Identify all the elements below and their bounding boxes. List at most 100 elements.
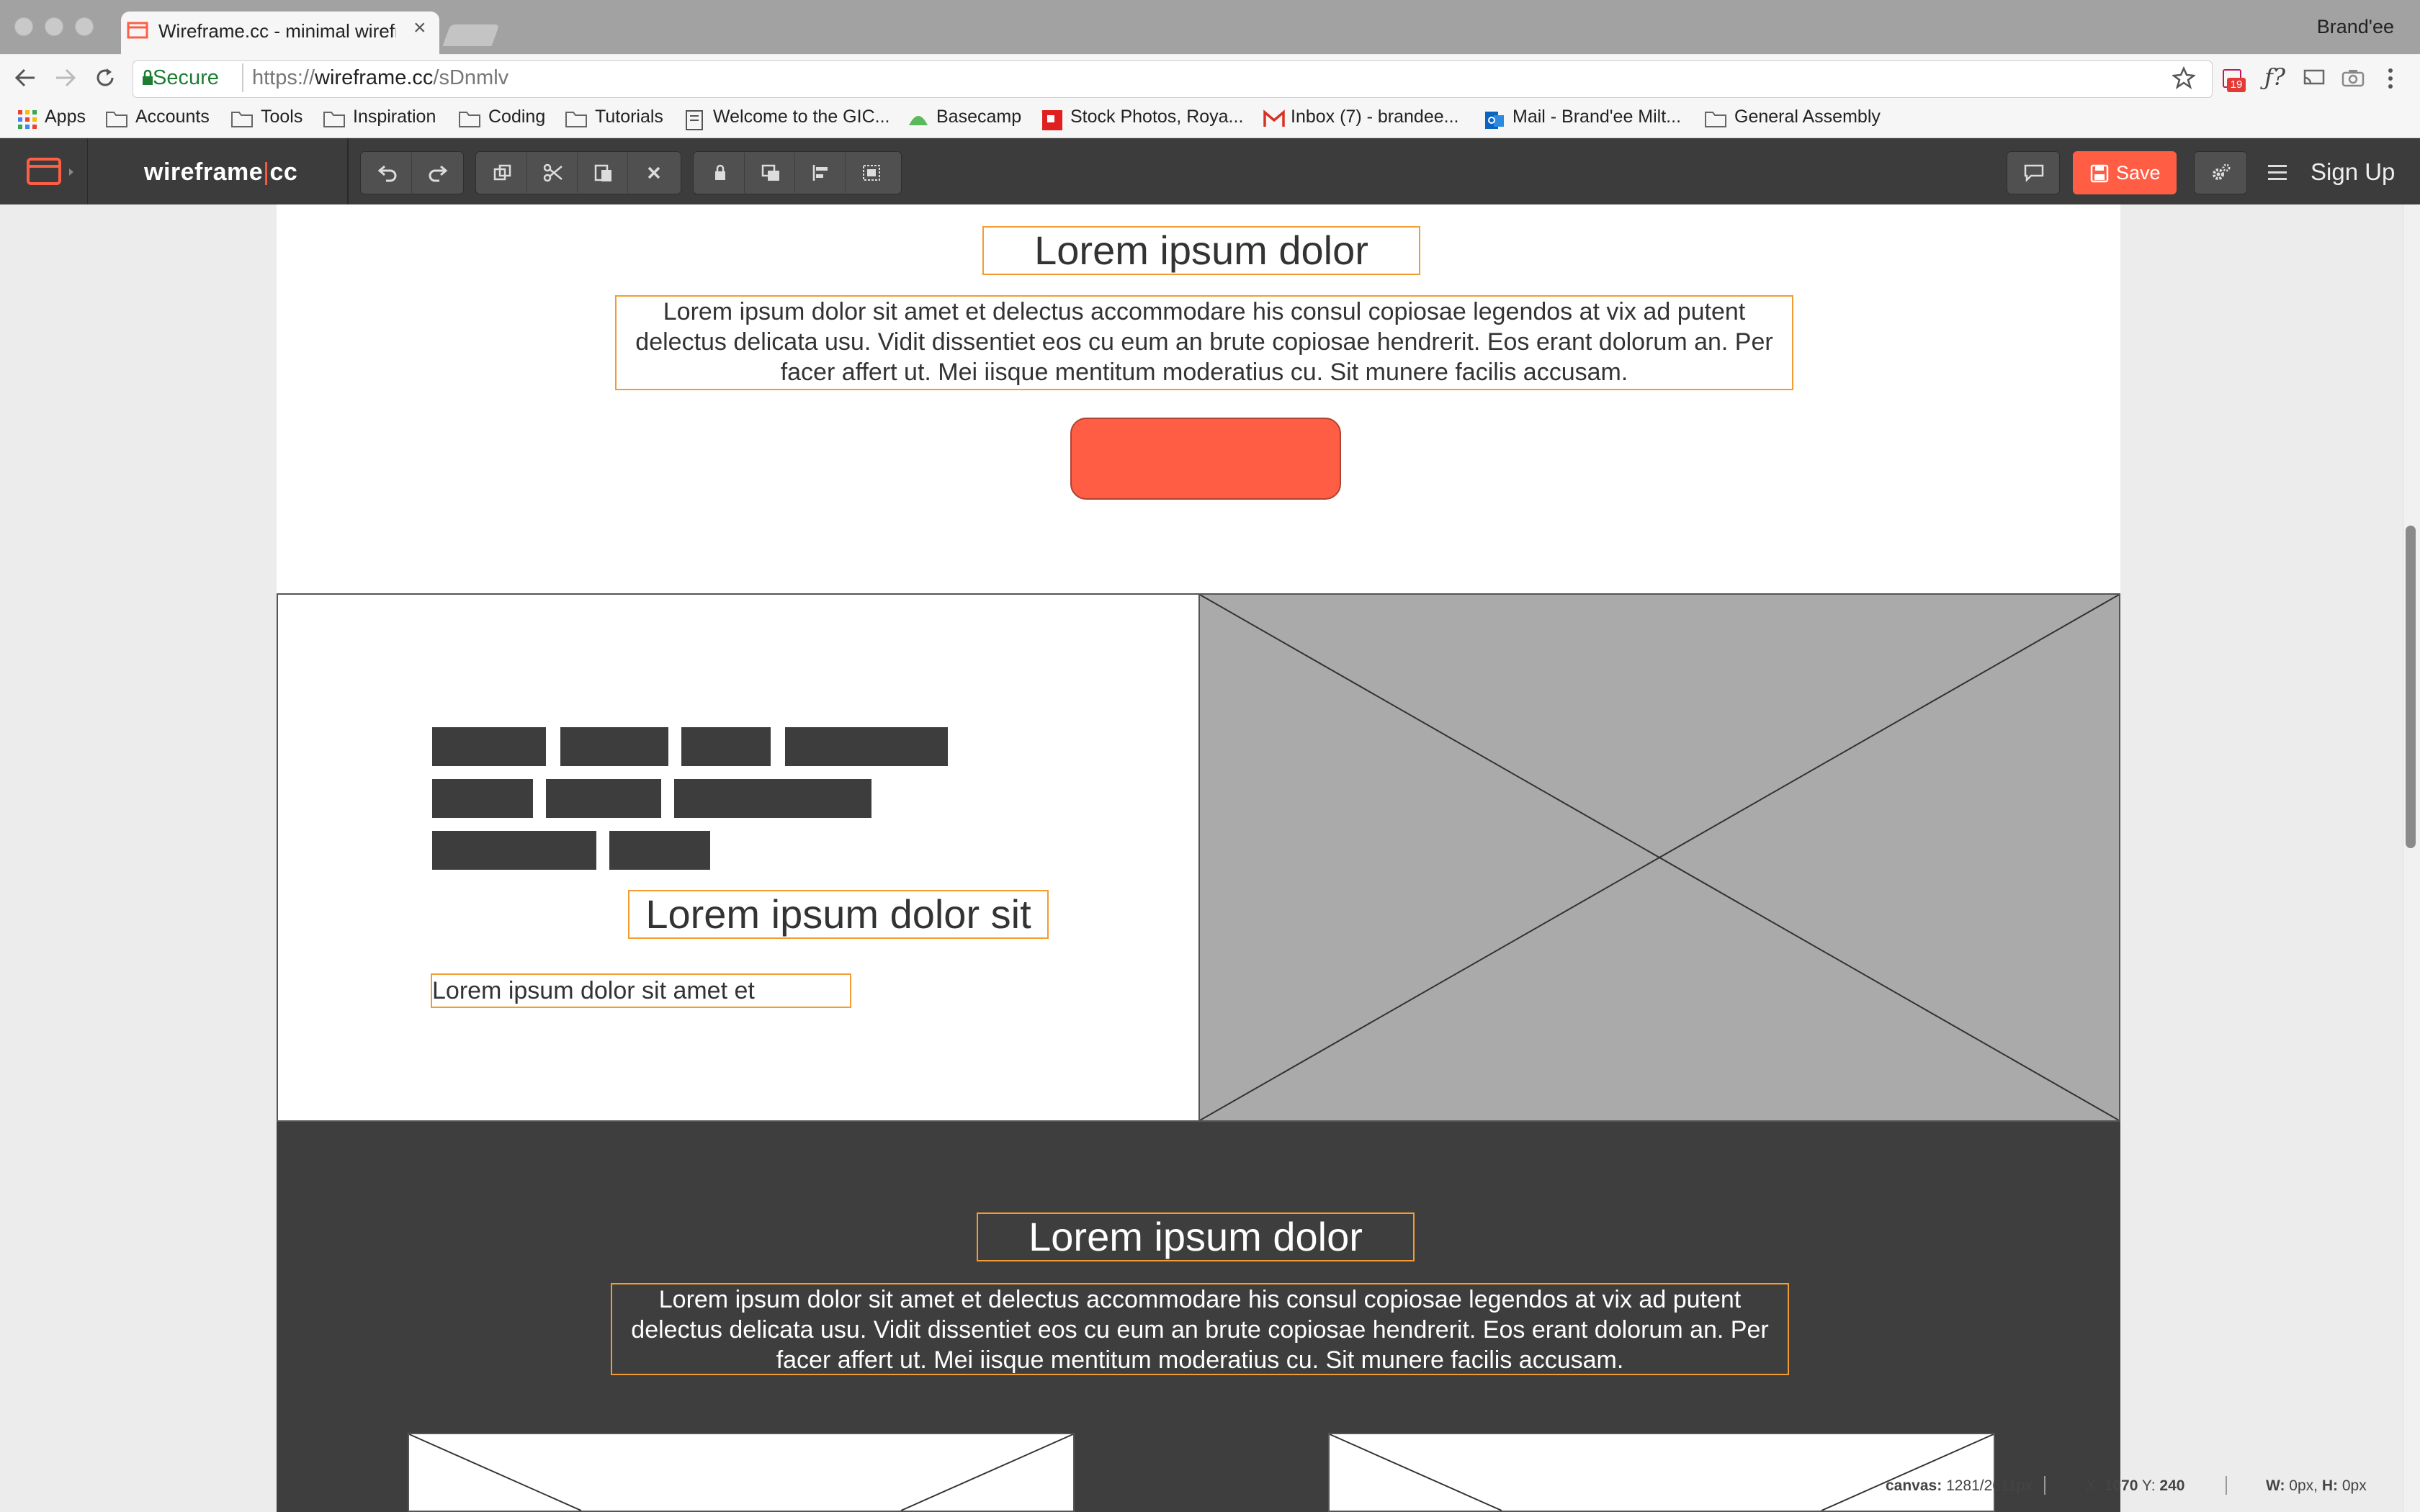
device-selector-button[interactable] xyxy=(0,138,88,204)
feature-heading: Lorem ipsum dolor sit xyxy=(645,891,1031,937)
url-path: /sDnmlv xyxy=(433,66,509,89)
bookmark-welcome-gic[interactable]: Welcome to the GIC... xyxy=(713,107,889,127)
hamburger-menu-icon[interactable] xyxy=(2266,163,2289,183)
folder-icon xyxy=(565,112,587,127)
status-divider xyxy=(2226,1476,2227,1495)
feature-text-panel[interactable] xyxy=(277,593,1200,1122)
cut-button[interactable] xyxy=(527,153,578,193)
new-tab-button[interactable] xyxy=(442,24,500,46)
url-text[interactable]: https://wireframe.cc/sDnmlv xyxy=(252,66,508,90)
vertical-scrollbar[interactable] xyxy=(2403,204,2420,1512)
feature-caption-box[interactable]: Lorem ipsum dolor sit amet et xyxy=(431,973,851,1008)
basecamp-icon xyxy=(909,116,928,125)
selection-size-readout: W: 0px, H: 0px xyxy=(2266,1477,2367,1495)
url-host: wireframe.cc xyxy=(315,66,434,89)
forward-arrow-icon[interactable] xyxy=(52,66,78,89)
bookmark-accounts[interactable]: Accounts xyxy=(135,107,210,127)
bookmark-apps[interactable]: Apps xyxy=(45,107,86,127)
text-block-placeholder[interactable] xyxy=(432,727,546,766)
bring-to-front-button[interactable] xyxy=(745,153,795,193)
duplicate-button[interactable] xyxy=(477,153,527,193)
h-label: H: xyxy=(2321,1477,2338,1494)
folder-icon xyxy=(106,112,127,127)
url-scheme: https:// xyxy=(252,66,315,89)
outlook-icon xyxy=(1485,112,1504,129)
profile-name[interactable]: Brand'ee xyxy=(2317,16,2394,38)
hero-cta-button-shape[interactable] xyxy=(1070,418,1341,500)
text-block-placeholder[interactable] xyxy=(785,727,948,766)
redo-icon xyxy=(429,165,448,182)
tab-close-icon[interactable]: × xyxy=(413,17,426,39)
text-block-placeholder[interactable] xyxy=(674,779,871,818)
image-placeholder[interactable] xyxy=(1328,1433,1995,1512)
text-block-placeholder[interactable] xyxy=(609,831,710,870)
x-value: 1070 xyxy=(2104,1477,2138,1494)
close-icon xyxy=(647,166,660,179)
floppy-disk-icon xyxy=(2090,164,2109,183)
bookmark-inspiration[interactable]: Inspiration xyxy=(353,107,436,127)
folder-icon xyxy=(231,112,253,127)
clipboard-icon xyxy=(594,164,611,181)
browser-window-icon xyxy=(27,158,73,185)
window-close-button[interactable] xyxy=(14,17,33,36)
hero-heading-box[interactable]: Lorem ipsum dolor xyxy=(982,226,1420,275)
window-minimize-button[interactable] xyxy=(45,17,63,36)
align-button[interactable] xyxy=(795,153,846,193)
whatfont-extension-icon[interactable]: ƒ? xyxy=(2264,63,2285,91)
window-zoom-button[interactable] xyxy=(75,17,94,36)
sign-up-link[interactable]: Sign Up xyxy=(2311,158,2395,186)
reload-icon[interactable] xyxy=(92,65,118,91)
text-block-placeholder[interactable] xyxy=(681,727,771,766)
bookmark-basecamp[interactable]: Basecamp xyxy=(936,107,1021,127)
layers-icon xyxy=(761,164,779,181)
page-icon xyxy=(686,110,703,130)
bookmark-mail[interactable]: Mail - Brand'ee Milt... xyxy=(1512,107,1681,127)
delete-button[interactable] xyxy=(628,153,678,193)
bookmark-star-icon[interactable] xyxy=(2172,66,2195,89)
toolbar-divider xyxy=(347,138,349,204)
bookmark-coding[interactable]: Coding xyxy=(488,107,545,127)
folder-icon xyxy=(323,112,345,127)
lock-button[interactable] xyxy=(694,153,745,193)
folder-icon xyxy=(1705,112,1726,127)
paste-button[interactable] xyxy=(578,153,628,193)
redo-button[interactable] xyxy=(412,153,462,193)
extension-calendar-icon[interactable]: 19 xyxy=(2220,66,2246,94)
dark-heading-box[interactable]: Lorem ipsum dolor xyxy=(977,1212,1415,1261)
dark-paragraph-box[interactable]: Lorem ipsum dolor sit amet et delectus a… xyxy=(611,1283,1789,1375)
group-button[interactable] xyxy=(846,153,896,193)
text-block-placeholder[interactable] xyxy=(560,727,668,766)
hero-paragraph-box[interactable]: Lorem ipsum dolor sit amet et delectus a… xyxy=(615,295,1793,390)
app-logo[interactable]: wireframe|cc xyxy=(144,158,297,186)
feature-heading-box[interactable]: Lorem ipsum dolor sit xyxy=(628,890,1049,939)
extension-badge-count: 19 xyxy=(2227,78,2246,92)
text-block-placeholder[interactable] xyxy=(432,779,533,818)
screenshot-camera-icon[interactable] xyxy=(2341,68,2365,88)
wireframe-favicon-icon xyxy=(127,22,148,39)
bookmark-inbox[interactable]: Inbox (7) - brandee... xyxy=(1291,107,1458,127)
image-placeholder[interactable] xyxy=(408,1433,1075,1512)
text-block-placeholder[interactable] xyxy=(432,831,596,870)
bookmark-stock-photos[interactable]: Stock Photos, Roya... xyxy=(1070,107,1243,127)
placeholder-diagonal xyxy=(900,1434,1073,1511)
browser-menu-icon[interactable] xyxy=(2385,66,2396,91)
status-divider xyxy=(2044,1476,2045,1495)
logo-wordmark: wireframe xyxy=(144,158,264,186)
scrollbar-thumb[interactable] xyxy=(2406,526,2416,848)
url-divider xyxy=(242,63,243,92)
save-button[interactable]: Save xyxy=(2073,151,2177,194)
comment-bubble-icon xyxy=(2024,164,2044,183)
image-placeholder[interactable] xyxy=(1198,593,2120,1122)
bookmark-general-assembly[interactable]: General Assembly xyxy=(1734,107,1881,127)
secure-label: Secure xyxy=(153,66,219,89)
canvas-size-label: canvas: xyxy=(1886,1477,1942,1494)
back-arrow-icon[interactable] xyxy=(13,66,39,89)
placeholder-diagonal xyxy=(409,1434,582,1511)
bookmark-tutorials[interactable]: Tutorials xyxy=(595,107,663,127)
placeholder-diagonal xyxy=(1821,1434,1994,1511)
undo-button[interactable] xyxy=(362,153,412,193)
bookmark-tools[interactable]: Tools xyxy=(261,107,302,127)
text-block-placeholder[interactable] xyxy=(546,779,661,818)
cast-icon[interactable] xyxy=(2302,68,2326,88)
apps-grid-icon xyxy=(18,110,37,129)
